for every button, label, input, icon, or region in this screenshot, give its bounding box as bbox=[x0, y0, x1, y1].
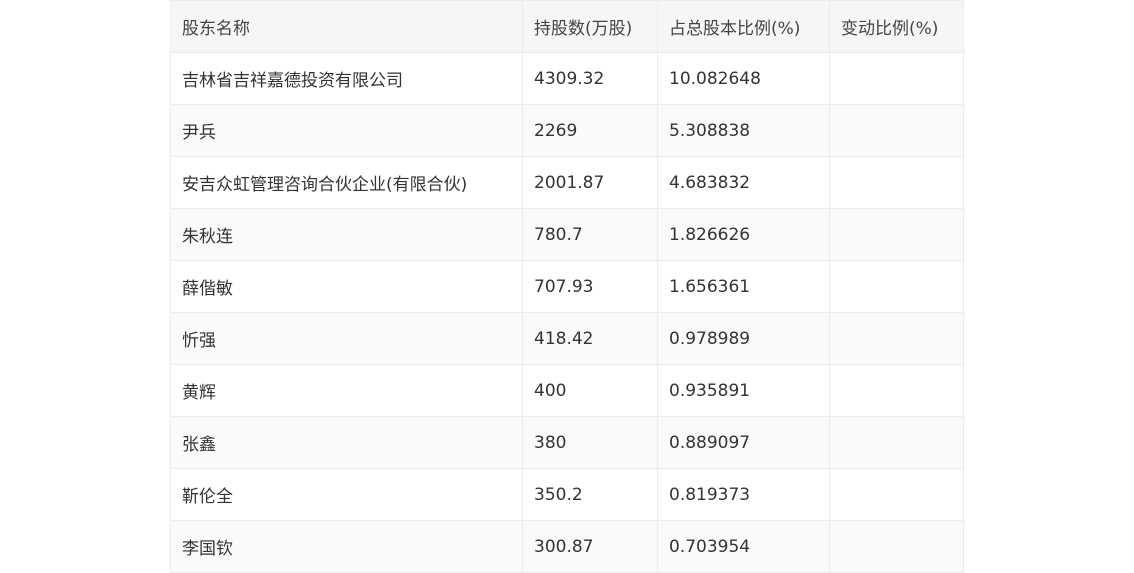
cell-change-ratio bbox=[829, 416, 964, 469]
header-row: 股东名称 持股数(万股) 占总股本比例(%) 变动比例(%) bbox=[170, 0, 964, 53]
table-row: 李国钦 300.87 0.703954 bbox=[170, 520, 964, 573]
header-shareholder-name: 股东名称 bbox=[170, 0, 523, 53]
cell-shareholder-name: 薛偕敏 bbox=[170, 260, 523, 313]
cell-change-ratio bbox=[829, 312, 964, 365]
cell-shareholder-name: 黄辉 bbox=[170, 364, 523, 417]
table-row: 尹兵 2269 5.308838 bbox=[170, 104, 964, 157]
cell-shareholder-name: 忻强 bbox=[170, 312, 523, 365]
cell-shareholder-name: 尹兵 bbox=[170, 104, 523, 157]
cell-share-ratio: 0.935891 bbox=[657, 364, 830, 417]
cell-shareholder-name: 靳伦全 bbox=[170, 468, 523, 521]
table-row: 薛偕敏 707.93 1.656361 bbox=[170, 260, 964, 313]
cell-shares-held: 707.93 bbox=[522, 260, 658, 313]
table-row: 张鑫 380 0.889097 bbox=[170, 416, 964, 469]
cell-share-ratio: 5.308838 bbox=[657, 104, 830, 157]
cell-change-ratio bbox=[829, 104, 964, 157]
cell-shareholder-name: 吉林省吉祥嘉德投资有限公司 bbox=[170, 52, 523, 105]
header-share-ratio: 占总股本比例(%) bbox=[657, 0, 830, 53]
cell-change-ratio bbox=[829, 156, 964, 209]
cell-shares-held: 2269 bbox=[522, 104, 658, 157]
table-row: 朱秋连 780.7 1.826626 bbox=[170, 208, 964, 261]
cell-shareholder-name: 安吉众虹管理咨询合伙企业(有限合伙) bbox=[170, 156, 523, 209]
cell-change-ratio bbox=[829, 364, 964, 417]
cell-change-ratio bbox=[829, 520, 964, 573]
cell-share-ratio: 4.683832 bbox=[657, 156, 830, 209]
table-row: 安吉众虹管理咨询合伙企业(有限合伙) 2001.87 4.683832 bbox=[170, 156, 964, 209]
shareholder-table-container: 股东名称 持股数(万股) 占总股本比例(%) 变动比例(%) 吉林省吉祥嘉德投资… bbox=[170, 0, 964, 573]
table-row: 黄辉 400 0.935891 bbox=[170, 364, 964, 417]
cell-change-ratio bbox=[829, 208, 964, 261]
header-shares-held: 持股数(万股) bbox=[522, 0, 658, 53]
header-change-ratio: 变动比例(%) bbox=[829, 0, 964, 53]
cell-change-ratio bbox=[829, 260, 964, 313]
shareholder-table: 股东名称 持股数(万股) 占总股本比例(%) 变动比例(%) 吉林省吉祥嘉德投资… bbox=[170, 0, 964, 573]
cell-change-ratio bbox=[829, 52, 964, 105]
cell-share-ratio: 10.082648 bbox=[657, 52, 830, 105]
cell-share-ratio: 1.656361 bbox=[657, 260, 830, 313]
table-body: 吉林省吉祥嘉德投资有限公司 4309.32 10.082648 尹兵 2269 … bbox=[170, 52, 964, 573]
cell-share-ratio: 1.826626 bbox=[657, 208, 830, 261]
cell-shareholder-name: 张鑫 bbox=[170, 416, 523, 469]
cell-share-ratio: 0.703954 bbox=[657, 520, 830, 573]
table-row: 忻强 418.42 0.978989 bbox=[170, 312, 964, 365]
cell-shareholder-name: 朱秋连 bbox=[170, 208, 523, 261]
cell-share-ratio: 0.978989 bbox=[657, 312, 830, 365]
cell-shares-held: 350.2 bbox=[522, 468, 658, 521]
table-header: 股东名称 持股数(万股) 占总股本比例(%) 变动比例(%) bbox=[170, 0, 964, 53]
cell-shares-held: 780.7 bbox=[522, 208, 658, 261]
cell-share-ratio: 0.889097 bbox=[657, 416, 830, 469]
cell-shares-held: 2001.87 bbox=[522, 156, 658, 209]
cell-change-ratio bbox=[829, 468, 964, 521]
cell-shares-held: 418.42 bbox=[522, 312, 658, 365]
table-row: 吉林省吉祥嘉德投资有限公司 4309.32 10.082648 bbox=[170, 52, 964, 105]
table-row: 靳伦全 350.2 0.819373 bbox=[170, 468, 964, 521]
cell-shares-held: 4309.32 bbox=[522, 52, 658, 105]
cell-shares-held: 380 bbox=[522, 416, 658, 469]
cell-shareholder-name: 李国钦 bbox=[170, 520, 523, 573]
cell-shares-held: 300.87 bbox=[522, 520, 658, 573]
cell-share-ratio: 0.819373 bbox=[657, 468, 830, 521]
cell-shares-held: 400 bbox=[522, 364, 658, 417]
